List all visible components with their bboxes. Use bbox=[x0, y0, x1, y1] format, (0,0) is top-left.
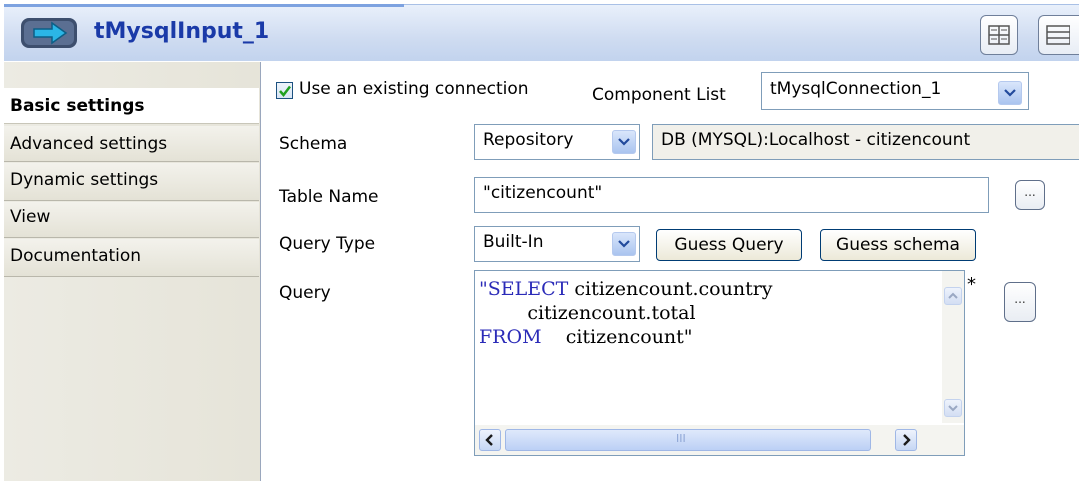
query-editor[interactable]: "SELECT citizencount.country citizencoun… bbox=[474, 270, 965, 456]
scroll-right-button[interactable] bbox=[895, 429, 917, 451]
checkmark-icon bbox=[279, 85, 291, 97]
chevron-down-icon bbox=[948, 405, 958, 412]
tab-dynamic-settings[interactable]: Dynamic settings bbox=[4, 163, 259, 201]
chevron-down-icon bbox=[618, 138, 630, 146]
scroll-down-button[interactable] bbox=[944, 399, 962, 417]
query-text-segment: citizencount" bbox=[541, 326, 693, 348]
component-list-dropdown-button[interactable] bbox=[998, 81, 1022, 105]
query-text[interactable]: "SELECT citizencount.country citizencoun… bbox=[479, 277, 773, 349]
chevron-down-icon bbox=[1004, 89, 1016, 97]
query-keyword: "SELECT bbox=[479, 278, 569, 300]
query-type-label: Query Type bbox=[279, 234, 376, 254]
query-horizontal-scrollbar[interactable]: III bbox=[475, 425, 944, 455]
component-list-value: tMysqlConnection_1 bbox=[770, 79, 942, 99]
grid-layout-icon bbox=[988, 25, 1010, 45]
query-keyword: FROM bbox=[479, 326, 542, 348]
tab-basic-settings[interactable]: Basic settings bbox=[4, 88, 259, 124]
list-layout-icon bbox=[1046, 25, 1070, 45]
component-title: tMysqlInput_1 bbox=[94, 19, 270, 44]
tab-documentation[interactable]: Documentation bbox=[4, 239, 259, 277]
use-existing-connection-checkbox[interactable] bbox=[276, 82, 293, 99]
chevron-left-icon bbox=[485, 434, 493, 446]
scroll-left-button[interactable] bbox=[479, 429, 501, 451]
chevron-up-icon bbox=[948, 292, 958, 299]
tab-advanced-settings[interactable]: Advanced settings bbox=[4, 126, 259, 162]
query-text-segment: citizencount.country bbox=[568, 278, 773, 300]
title-bar: tMysqlInput_1 bbox=[4, 4, 1079, 61]
schema-repository-field: DB (MYSQL):Localhost - citizencount bbox=[652, 124, 1079, 160]
component-list-select[interactable]: tMysqlConnection_1 bbox=[761, 72, 1029, 110]
settings-tabs: Basic settings Advanced settings Dynamic… bbox=[4, 62, 261, 481]
table-name-browse-button[interactable]: ... bbox=[1015, 180, 1045, 210]
schema-label: Schema bbox=[279, 134, 348, 154]
chevron-right-icon bbox=[903, 434, 911, 446]
query-vertical-scrollbar[interactable] bbox=[942, 271, 964, 423]
title-accent-line bbox=[4, 4, 404, 7]
list-layout-button[interactable] bbox=[1038, 15, 1079, 55]
table-name-value: "citizencount" bbox=[483, 183, 603, 203]
schema-type-select[interactable]: Repository bbox=[474, 124, 640, 160]
table-name-label: Table Name bbox=[279, 187, 379, 207]
table-name-input[interactable]: "citizencount" bbox=[474, 177, 989, 213]
guess-query-button[interactable]: Guess Query bbox=[656, 229, 802, 261]
query-text-segment: citizencount.total bbox=[479, 302, 696, 324]
schema-type-value: Repository bbox=[483, 130, 574, 150]
scroll-up-button[interactable] bbox=[944, 287, 962, 305]
query-edit-button[interactable]: ... bbox=[1004, 282, 1036, 322]
scrollbar-corner bbox=[942, 425, 964, 455]
tab-view[interactable]: View bbox=[4, 202, 259, 238]
use-existing-connection-label: Use an existing connection bbox=[299, 79, 529, 99]
grid-layout-button[interactable] bbox=[980, 15, 1018, 55]
query-type-dropdown-button[interactable] bbox=[612, 232, 636, 256]
scroll-thumb-grip: III bbox=[676, 432, 686, 445]
query-type-select[interactable]: Built-In bbox=[474, 226, 640, 262]
scroll-thumb[interactable]: III bbox=[505, 429, 871, 451]
component-list-label: Component List bbox=[592, 85, 726, 105]
component-arrow-icon bbox=[21, 18, 77, 48]
schema-repository-value: DB (MYSQL):Localhost - citizencount bbox=[661, 130, 971, 150]
query-label: Query bbox=[279, 283, 331, 303]
schema-type-dropdown-button[interactable] bbox=[612, 130, 636, 154]
query-required-asterisk: * bbox=[967, 274, 976, 295]
query-type-value: Built-In bbox=[483, 232, 544, 252]
chevron-down-icon bbox=[618, 240, 630, 248]
guess-schema-button[interactable]: Guess schema bbox=[820, 229, 976, 261]
